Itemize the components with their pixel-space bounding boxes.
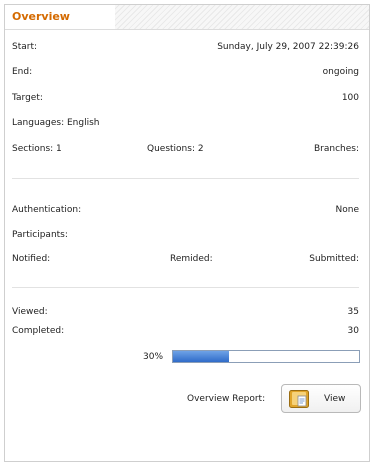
overview-panel: Overview Start: Sunday, July 29, 2007 22… bbox=[4, 4, 370, 462]
completed-row: Completed: 30 bbox=[12, 326, 359, 340]
target-value: 100 bbox=[341, 93, 359, 103]
authentication-value: None bbox=[335, 205, 359, 215]
completed-value: 30 bbox=[347, 326, 359, 336]
overview-report-label: Overview Report: bbox=[187, 394, 266, 404]
end-label: End: bbox=[12, 67, 33, 77]
completed-label: Completed: bbox=[12, 326, 65, 336]
authentication-label: Authentication: bbox=[12, 205, 82, 215]
viewed-row: Viewed: 35 bbox=[12, 307, 359, 321]
structure-row: Sections: 1 Questions: 2 Branches: bbox=[12, 144, 359, 158]
view-button-label: View bbox=[324, 394, 346, 404]
target-row: Target: 100 bbox=[12, 93, 359, 107]
completion-progress-bar bbox=[172, 350, 360, 363]
notified-label: Notified: bbox=[12, 254, 51, 264]
progress-percent: 30% bbox=[143, 352, 164, 362]
branches-label: Branches: bbox=[313, 144, 359, 154]
target-label: Target: bbox=[12, 93, 43, 103]
end-row: End: ongoing bbox=[12, 67, 359, 81]
divider bbox=[12, 178, 359, 179]
languages-row: Languages: English bbox=[12, 118, 359, 132]
end-value: ongoing bbox=[322, 67, 359, 77]
submitted-label: Submitted: bbox=[309, 254, 359, 264]
divider bbox=[12, 287, 359, 288]
viewed-value: 35 bbox=[347, 307, 359, 317]
authentication-row: Authentication: None bbox=[12, 205, 359, 219]
questions-label: Questions: 2 bbox=[147, 144, 204, 154]
start-value: Sunday, July 29, 2007 22:39:26 bbox=[217, 42, 359, 52]
notification-row: Notified: Remided: Submitted: bbox=[12, 254, 359, 268]
view-report-button[interactable]: View bbox=[281, 384, 361, 413]
languages-label: Languages: English bbox=[12, 118, 100, 128]
participants-label: Participants: bbox=[12, 230, 68, 240]
document-report-icon bbox=[289, 390, 309, 408]
remided-label: Remided: bbox=[170, 254, 213, 264]
sections-label: Sections: 1 bbox=[12, 144, 62, 154]
panel-header: Overview bbox=[5, 5, 369, 30]
progress-fill bbox=[173, 351, 229, 362]
start-label: Start: bbox=[12, 42, 38, 52]
panel-title: Overview bbox=[12, 10, 70, 23]
start-row: Start: Sunday, July 29, 2007 22:39:26 bbox=[12, 42, 359, 56]
viewed-label: Viewed: bbox=[12, 307, 48, 317]
participants-row: Participants: bbox=[12, 230, 359, 244]
